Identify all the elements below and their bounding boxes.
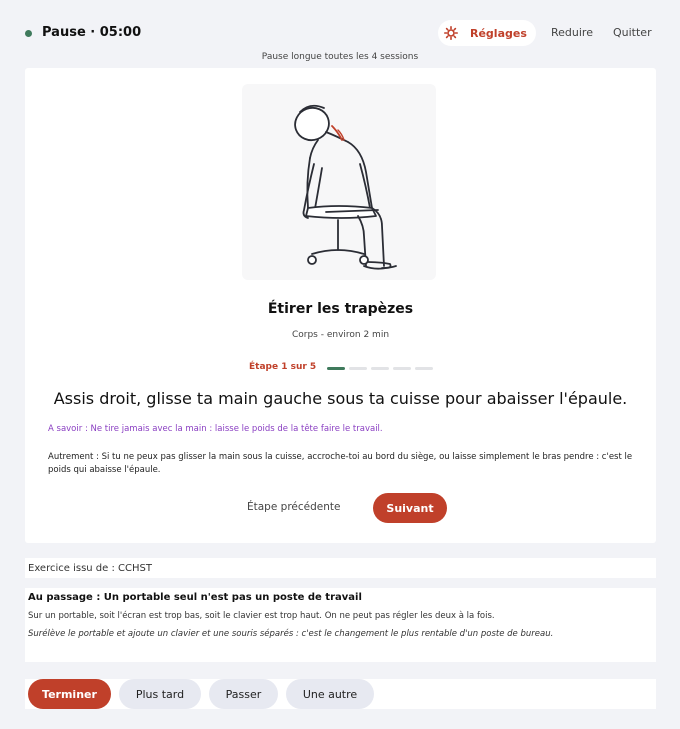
step-alternative: Autrement : Si tu ne peux pas glisser la… bbox=[48, 452, 633, 475]
break-timer: Pause · 05:00 bbox=[42, 25, 142, 40]
step-indicator-label: Étape 1 sur 5 bbox=[249, 362, 317, 372]
did-you-know-text: Sur un portable, soit l'écran est trop b… bbox=[28, 611, 495, 621]
reduce-button[interactable]: Reduire bbox=[551, 26, 593, 39]
later-button[interactable]: Plus tard bbox=[119, 679, 201, 709]
step-instruction: Assis droit, glisse ta main gauche sous … bbox=[53, 389, 628, 408]
seated-neck-stretch-illustration bbox=[294, 104, 397, 270]
exercise-title: Étirer les trapèzes bbox=[267, 301, 414, 317]
exercise-card: Étirer les trapèzes Corps - environ 2 mi… bbox=[25, 68, 656, 543]
step-dot bbox=[393, 367, 411, 370]
break-schedule-note: Pause longue toutes les 4 sessions bbox=[261, 52, 419, 62]
step-dot bbox=[415, 367, 433, 370]
step-dot bbox=[371, 367, 389, 370]
step-tip: A savoir : Ne tire jamais avec la main :… bbox=[48, 424, 383, 434]
did-you-know-advice: Surélève le portable et ajoute un clavie… bbox=[28, 629, 554, 639]
settings-button[interactable]: Réglages bbox=[438, 20, 536, 46]
settings-label: Réglages bbox=[470, 26, 527, 40]
step-dot bbox=[327, 367, 345, 370]
step-dot bbox=[349, 367, 367, 370]
top-bar: Pause · 05:00 Réglages Reduire Quitter bbox=[0, 0, 680, 52]
another-exercise-button[interactable]: Une autre bbox=[286, 679, 374, 709]
exercise-illustration bbox=[242, 84, 436, 280]
finish-button[interactable]: Terminer bbox=[28, 679, 111, 709]
did-you-know-box: Au passage : Un portable seul n'est pas … bbox=[25, 588, 656, 662]
previous-step-button[interactable]: Étape précédente bbox=[247, 501, 340, 513]
did-you-know-title: Au passage : Un portable seul n'est pas … bbox=[28, 592, 362, 603]
exercise-meta: Corps - environ 2 min bbox=[291, 330, 390, 340]
quit-button[interactable]: Quitter bbox=[613, 26, 652, 39]
footer-actions: Terminer Plus tard Passer Une autre bbox=[25, 679, 656, 709]
gear-icon bbox=[444, 26, 458, 40]
skip-button[interactable]: Passer bbox=[209, 679, 278, 709]
next-step-button[interactable]: Suivant bbox=[373, 493, 447, 523]
status-dot bbox=[25, 30, 32, 37]
step-progress bbox=[327, 367, 433, 370]
exercise-source: Exercice issu de : CCHST bbox=[25, 558, 656, 578]
break-window: Pause · 05:00 Réglages Reduire Quitter P… bbox=[0, 0, 680, 729]
